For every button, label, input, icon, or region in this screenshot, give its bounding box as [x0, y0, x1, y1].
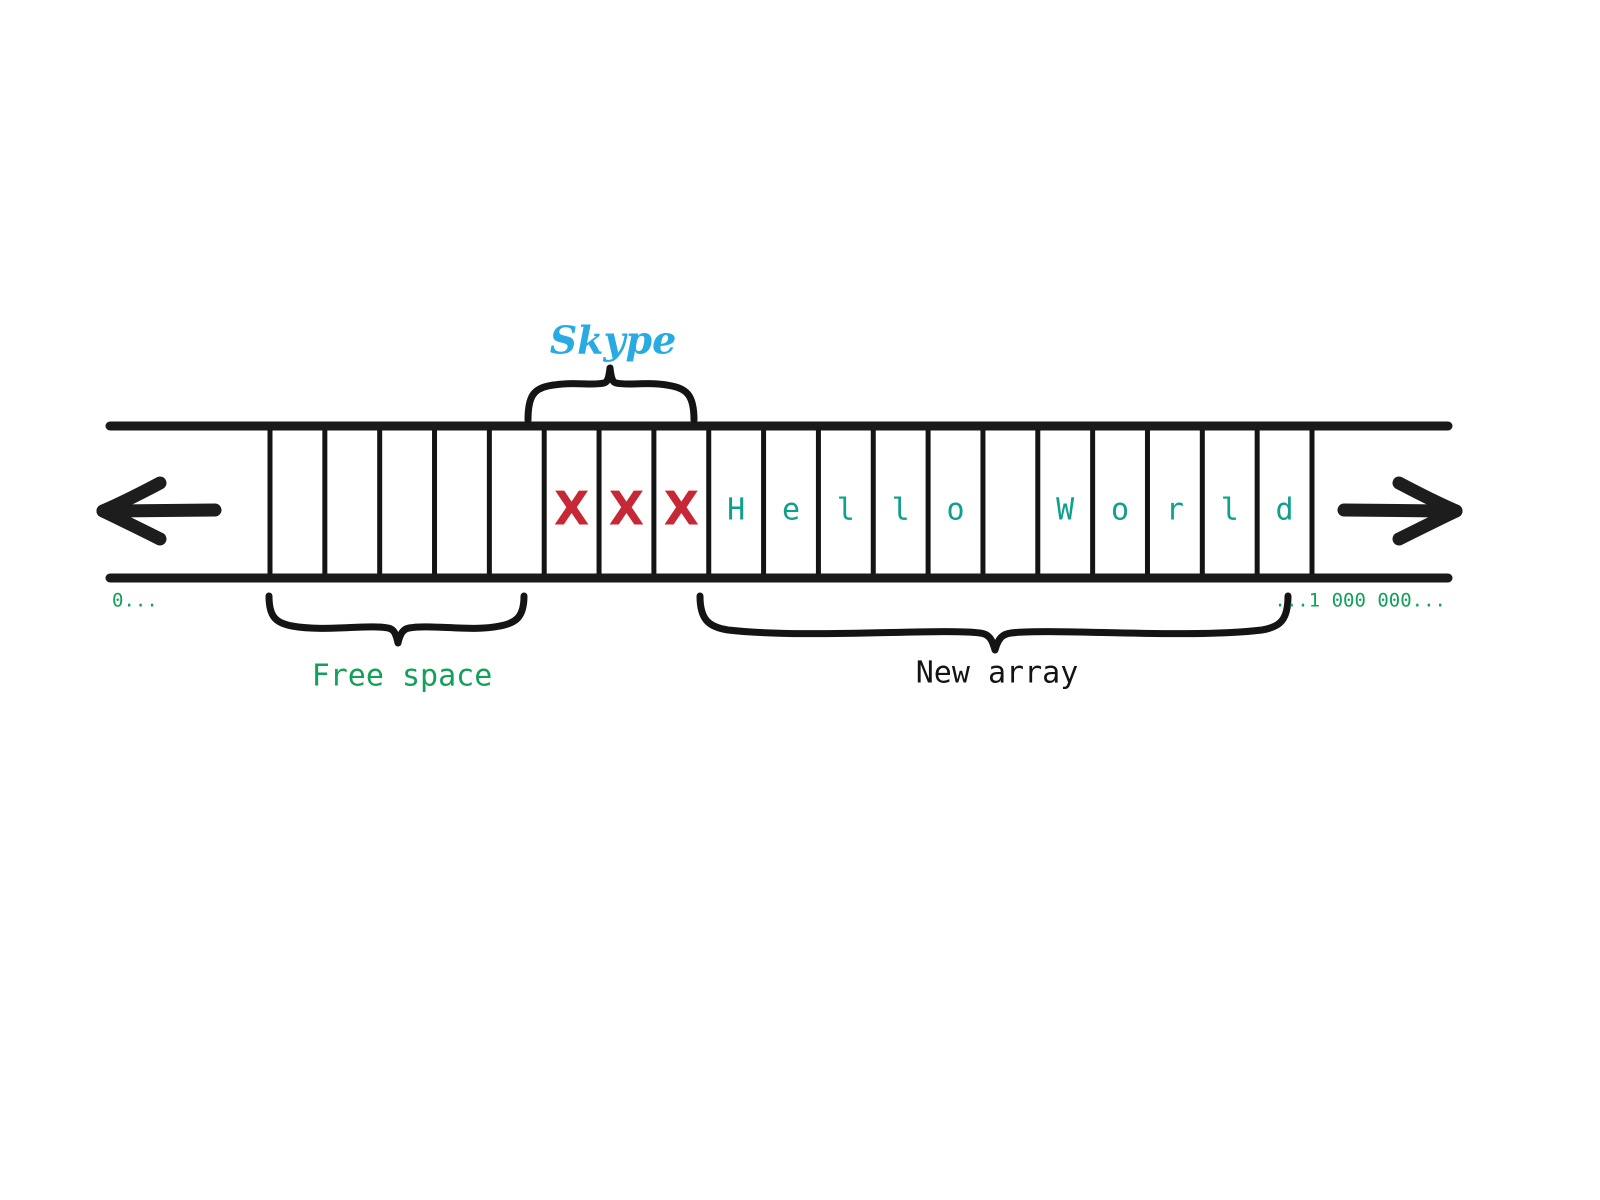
memory-cell-6: X	[609, 482, 644, 536]
new-array-annotation: New array	[696, 592, 1292, 691]
free-space-label: Free space	[312, 659, 493, 694]
free-space-annotation: Free space	[265, 592, 528, 694]
memory-array-diagram: XXXHelloWorld Skype Free space New array…	[96, 318, 1463, 694]
memory-cell-16: r	[1166, 493, 1184, 528]
skype-label: Skype	[550, 318, 677, 363]
diagram-canvas: XXXHelloWorld Skype Free space New array…	[0, 0, 1600, 1200]
memory-cell-9: e	[782, 493, 800, 528]
new-array-label: New array	[916, 656, 1079, 691]
memory-cell-7: X	[664, 482, 699, 536]
memory-end-label: ...1 000 000...	[1274, 590, 1446, 612]
free-space-brace	[265, 592, 528, 647]
memory-rails	[105, 421, 1453, 583]
memory-cell-10: l	[837, 493, 855, 528]
skype-annotation: Skype	[524, 318, 698, 424]
arrow-right-icon	[1337, 476, 1463, 546]
arrow-left-icon	[96, 476, 222, 546]
skype-brace	[524, 364, 698, 424]
memory-cell-14: W	[1056, 493, 1075, 528]
memory-cell-12: o	[946, 493, 964, 528]
new-array-brace	[696, 592, 1292, 654]
memory-cell-18: d	[1276, 493, 1294, 528]
memory-cell-8: H	[727, 493, 745, 528]
memory-cells: XXXHelloWorld	[554, 482, 1294, 536]
memory-cell-11: l	[892, 493, 910, 528]
memory-start-label: 0...	[112, 590, 158, 612]
memory-cell-5: X	[554, 482, 589, 536]
memory-cell-15: o	[1111, 493, 1129, 528]
memory-cell-17: l	[1221, 493, 1239, 528]
